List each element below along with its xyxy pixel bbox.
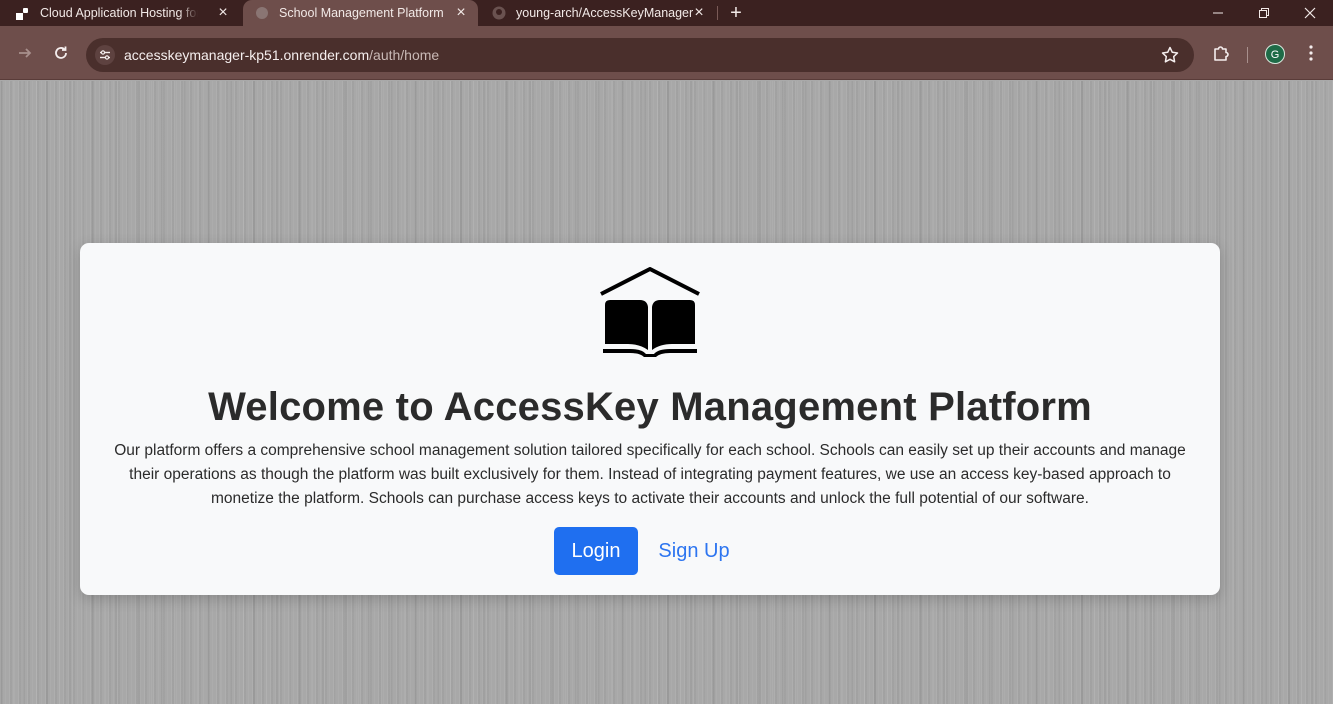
site-info-icon[interactable] — [95, 45, 115, 65]
tab-separator — [717, 6, 718, 20]
address-bar[interactable]: accesskeymanager-kp51.onrender.com/auth/… — [86, 38, 1194, 72]
tab-title: young-arch/AccessKeyManager — [516, 6, 694, 20]
open-book-house-icon — [600, 267, 700, 357]
page-title: Welcome to AccessKey Management Platform — [208, 385, 1092, 429]
arrow-right-icon — [19, 48, 32, 58]
close-tab-icon[interactable]: × — [454, 5, 468, 21]
restore-button[interactable] — [1241, 0, 1287, 26]
bookmark-star-icon[interactable] — [1160, 45, 1180, 65]
globe-icon — [256, 7, 268, 19]
reload-icon — [55, 46, 67, 59]
close-tab-icon[interactable]: × — [216, 5, 230, 21]
browser-toolbar: accesskeymanager-kp51.onrender.com/auth/… — [0, 26, 1333, 80]
platform-description: Our platform offers a comprehensive scho… — [114, 442, 1186, 507]
tab-strip: Cloud Application Hosting for D × School… — [0, 0, 1333, 26]
github-icon — [492, 6, 506, 20]
sign-up-button[interactable]: Sign Up — [652, 527, 736, 575]
menu-button[interactable] — [1301, 43, 1321, 63]
tab-cloud-hosting[interactable]: Cloud Application Hosting for D × — [0, 0, 240, 26]
tab-title: Cloud Application Hosting for D — [40, 6, 198, 20]
login-button[interactable]: Login — [554, 527, 638, 575]
close-icon — [1304, 7, 1316, 19]
minimize-button[interactable] — [1195, 0, 1241, 26]
tab-title: School Management Platform — [279, 6, 444, 20]
close-tab-icon[interactable]: × — [692, 5, 706, 21]
new-tab-button[interactable]: + — [726, 3, 746, 23]
reload-button[interactable] — [51, 43, 71, 63]
more-vertical-icon — [1309, 45, 1313, 61]
puzzle-icon — [1214, 46, 1229, 61]
toolbar-divider — [1247, 47, 1248, 63]
extensions-button[interactable] — [1211, 43, 1231, 63]
tab-school-management[interactable]: School Management Platform × — [243, 0, 478, 26]
url-domain: accesskeymanager-kp51.onrender.com — [124, 47, 370, 63]
profile-avatar[interactable]: G — [1265, 44, 1285, 64]
url-path: /auth/home — [369, 47, 440, 63]
restore-icon — [1259, 8, 1269, 18]
render-logo-icon — [16, 8, 28, 20]
forward-button[interactable] — [15, 43, 35, 63]
close-window-button[interactable] — [1287, 0, 1333, 26]
url-text: accesskeymanager-kp51.onrender.com/auth/… — [124, 47, 439, 63]
welcome-card: Welcome to AccessKey Management Platform… — [80, 243, 1220, 595]
minimize-icon — [1213, 12, 1223, 14]
tab-github-repo[interactable]: young-arch/AccessKeyManager × — [480, 0, 716, 26]
